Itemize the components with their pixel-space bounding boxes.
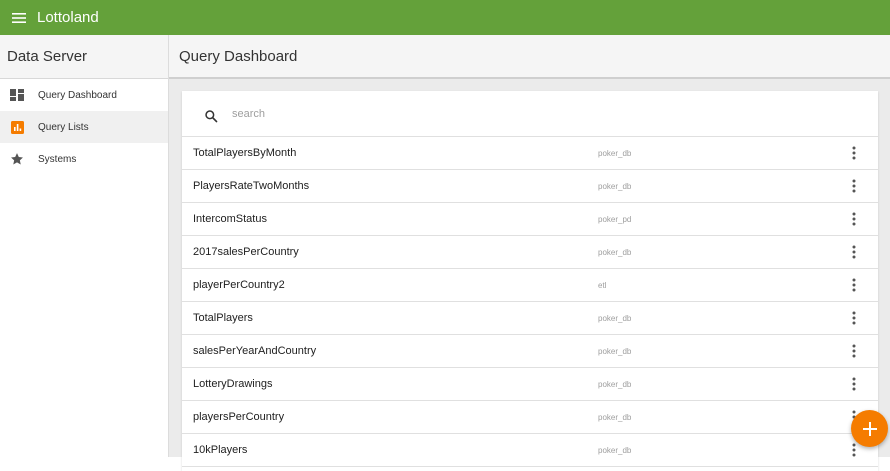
search-bar bbox=[182, 91, 878, 137]
table-row[interactable]: 10kPlayers poker_db bbox=[182, 434, 878, 467]
table-row[interactable]: TotalPlayers poker_db bbox=[182, 302, 878, 335]
table-row[interactable]: TotalPlayersByMonth poker_db bbox=[182, 137, 878, 170]
more-vert-icon[interactable] bbox=[846, 374, 862, 394]
table-row[interactable]: playerPerCountry2 etl bbox=[182, 269, 878, 302]
menu-icon[interactable] bbox=[0, 0, 38, 35]
top-app-bar: Lottoland bbox=[0, 0, 890, 35]
search-input[interactable] bbox=[232, 107, 532, 120]
table-row[interactable]: IntercomStatus poker_pd bbox=[182, 203, 878, 236]
query-name: playerPerCountry2 bbox=[193, 279, 285, 291]
query-name: 2017salesPerCountry bbox=[193, 246, 299, 258]
query-list: TotalPlayersByMonth poker_db PlayersRateTw… bbox=[182, 137, 878, 467]
query-name: IntercomStatus bbox=[193, 213, 267, 225]
more-vert-icon[interactable] bbox=[846, 143, 862, 163]
query-name: TotalPlayersByMonth bbox=[193, 147, 297, 159]
query-name: playersPerCountry bbox=[193, 411, 285, 423]
sidebar-title: Data Server bbox=[0, 35, 168, 79]
search-icon bbox=[202, 107, 220, 125]
query-database: poker_db bbox=[598, 445, 632, 455]
star-icon bbox=[10, 152, 24, 166]
query-database: poker_db bbox=[598, 247, 632, 257]
table-row[interactable]: LotteryDrawings poker_db bbox=[182, 368, 878, 401]
table-row[interactable]: PlayersRateTwoMonths poker_db bbox=[182, 170, 878, 203]
query-name: salesPerYearAndCountry bbox=[193, 345, 317, 357]
query-name: PlayersRateTwoMonths bbox=[193, 180, 310, 192]
more-vert-icon[interactable] bbox=[846, 242, 862, 262]
query-database: poker_db bbox=[598, 181, 632, 191]
table-row[interactable]: playersPerCountry poker_db bbox=[182, 401, 878, 434]
query-database: poker_db bbox=[598, 313, 632, 323]
add-query-button[interactable] bbox=[851, 410, 888, 447]
query-database: poker_db bbox=[598, 379, 632, 389]
app-title: Lottoland bbox=[37, 9, 99, 26]
dashboard-icon bbox=[10, 88, 24, 102]
bar-chart-icon bbox=[10, 120, 24, 134]
sidebar: Data Server Query Dashboard Query Lists bbox=[0, 35, 169, 457]
query-name: LotteryDrawings bbox=[193, 378, 273, 390]
more-vert-icon[interactable] bbox=[846, 176, 862, 196]
table-row[interactable]: 2017salesPerCountry poker_db bbox=[182, 236, 878, 269]
query-database: poker_pd bbox=[598, 214, 632, 224]
query-database: poker_db bbox=[598, 412, 632, 422]
query-database: poker_db bbox=[598, 148, 632, 158]
sidebar-item-query-dashboard[interactable]: Query Dashboard bbox=[0, 79, 168, 111]
query-name: 10kPlayers bbox=[193, 444, 248, 456]
sidebar-item-label: Query Lists bbox=[38, 121, 89, 133]
query-name: TotalPlayers bbox=[193, 312, 253, 324]
query-database: etl bbox=[598, 280, 607, 290]
sidebar-item-systems[interactable]: Systems bbox=[0, 143, 168, 175]
more-vert-icon[interactable] bbox=[846, 341, 862, 361]
more-vert-icon[interactable] bbox=[846, 209, 862, 229]
more-vert-icon[interactable] bbox=[846, 308, 862, 328]
more-vert-icon[interactable] bbox=[846, 275, 862, 295]
table-row[interactable]: salesPerYearAndCountry poker_db bbox=[182, 335, 878, 368]
plus-icon bbox=[862, 421, 877, 436]
sidebar-item-label: Systems bbox=[38, 153, 77, 165]
page-title: Query Dashboard bbox=[169, 35, 890, 79]
sidebar-item-query-lists[interactable]: Query Lists bbox=[0, 111, 168, 143]
sidebar-item-label: Query Dashboard bbox=[38, 89, 117, 101]
query-database: poker_db bbox=[598, 346, 632, 356]
query-list-card: TotalPlayersByMonthpoker_dbPlayersRateTw… bbox=[182, 91, 878, 471]
main-content: Query Dashboard TotalPlayersByMonth poker… bbox=[169, 35, 890, 471]
